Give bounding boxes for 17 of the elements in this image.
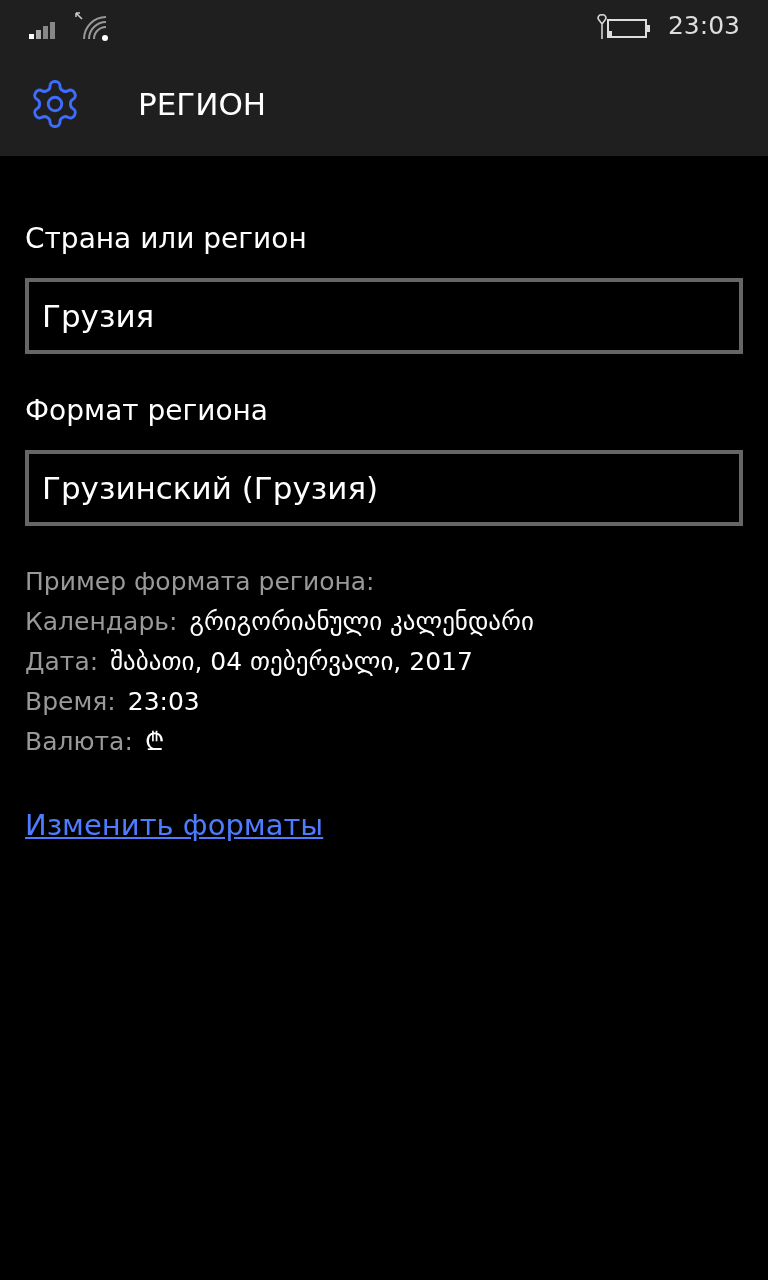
sample-value: შაბათი, 04 თებერვალი, 2017 xyxy=(110,646,473,678)
dropdown-field[interactable]: Грузия xyxy=(25,278,743,354)
sample-value: გრიგორიანული კალენდარი xyxy=(189,606,534,638)
sample-label: Время: xyxy=(25,686,116,718)
change-formats-link[interactable]: Изменить форматы xyxy=(25,804,324,848)
sample-value: 23:03 xyxy=(127,686,200,718)
sample-value: ₾ xyxy=(144,726,164,758)
sample-heading: Пример формата региона: xyxy=(25,566,376,598)
sample-label: Календарь: xyxy=(25,606,178,638)
page-title: РЕГИОН xyxy=(138,84,267,124)
dropdown-field[interactable]: Грузинский (Грузия) xyxy=(25,450,743,526)
clock: 23:03 xyxy=(667,10,740,43)
battery-icon xyxy=(595,11,652,41)
sample-label: Валюта: xyxy=(25,726,133,758)
field-label: Формат региона xyxy=(25,393,269,429)
sample-label: Дата: xyxy=(25,646,99,678)
field-label: Страна или регион xyxy=(25,221,308,257)
